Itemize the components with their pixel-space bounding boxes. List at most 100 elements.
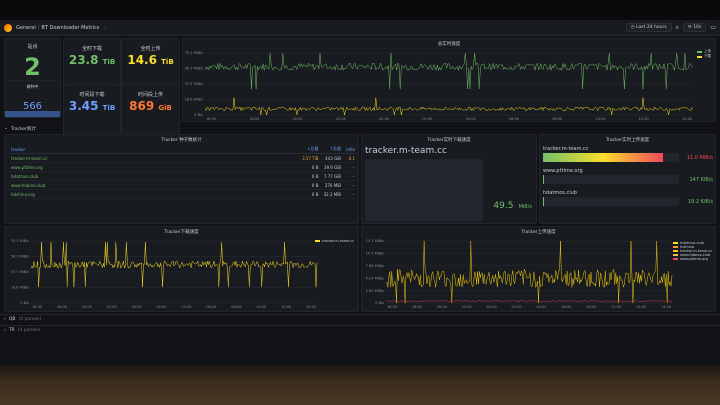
row-up: 32.3 MiB	[320, 189, 344, 199]
grafana-logo-icon[interactable]	[4, 23, 12, 32]
mteam-download-line	[30, 242, 318, 287]
tracker-upload-top-panel[interactable]: Tracker实时上传速度 tracker.m-team.cc 11.0 MiB/…	[539, 134, 716, 224]
tracker-table-panel[interactable]: Tracker 种子数统计 tracker ↓总量 ↑总量 ratio trac…	[4, 134, 359, 224]
stat-seeding-panel[interactable]: 做种中 566	[4, 80, 61, 118]
row-ratio: —	[343, 189, 357, 199]
row-ratio: 0.1	[343, 153, 357, 163]
x-tick-label: 06:00	[206, 305, 216, 309]
grafana-screen: General / BT Downloader Metrics ☆ ◷ Last…	[0, 20, 720, 365]
x-tick-label: 22:00	[462, 305, 472, 309]
x-tick-label: 12:00	[636, 305, 646, 309]
row-site: hdatmos.club	[9, 171, 299, 181]
x-tick-label: 20:00	[437, 305, 447, 309]
bar-gauge-fill	[543, 153, 663, 162]
y-tick-label: 10.5 MiB/s	[366, 252, 384, 256]
y-tick-label: 0 B/s	[194, 113, 203, 117]
x-tick-label: 16:00	[387, 305, 397, 309]
row-tr-meta: (4 panels)	[17, 327, 41, 333]
stat-period-download-label: 时间段下载	[79, 92, 105, 98]
stat-period-upload-label: 时间段上传	[137, 92, 163, 98]
refresh-interval: 10s	[693, 25, 702, 30]
bar-gauge-item[interactable]: www.pttime.org 147 KiB/s	[543, 168, 713, 184]
x-tick-label: 14:00	[661, 305, 671, 309]
x-tick-label: 00:00	[379, 117, 389, 121]
x-tick-label: 18:00	[249, 117, 259, 121]
column-header-ratio[interactable]: ratio	[343, 145, 357, 154]
bar-gauge-value: 11.0 MiB/s	[686, 154, 713, 161]
row-tr-title: TR	[8, 327, 15, 333]
x-tick-label: 14:00	[306, 305, 316, 309]
row-down: 3.57 TiB	[299, 153, 321, 163]
x-tick-label: 04:00	[536, 305, 546, 309]
row-down: 0 B	[299, 171, 321, 181]
bar-gauge-item[interactable]: hdatmos.club 19.2 KiB/s	[543, 190, 713, 206]
row-site: www.pttime.org	[9, 162, 299, 172]
x-tick-label: 06:00	[561, 305, 571, 309]
tracker-table-title: Tracker 种子数统计	[161, 138, 202, 143]
seeding-sparkline	[5, 111, 60, 117]
tracker-dl-chart-panel[interactable]: Tracker下载速度 75.3 MiB/s 56.3 MiB/s 37.7 MiB…	[4, 226, 359, 312]
tracker-ul-chart-panel[interactable]: Tracker上传速度 13.1 MiB/s 10.5 MiB/s 7.86 MiB…	[361, 226, 716, 312]
stat-period-upload-value: 869	[129, 99, 155, 113]
y-tick-label: 0 B/s	[375, 301, 384, 305]
zoom-out-icon[interactable]: ⌕	[676, 24, 679, 32]
y-tick-label: 37.7 MiB/s	[11, 270, 29, 274]
chevron-right-icon[interactable]: ›	[4, 328, 6, 333]
stat-total-download-unit: TiB	[102, 58, 116, 66]
stat-period-upload-unit: GiB	[158, 104, 172, 112]
x-tick-label: 10:00	[611, 305, 621, 309]
row-tr[interactable]: › TR (4 panels)	[0, 325, 720, 334]
breadcrumb-separator: /	[37, 24, 40, 31]
bar-gauge-row: 19.2 KiB/s	[543, 197, 713, 206]
x-tick-label: 20:00	[292, 117, 302, 121]
y-tick-label: 13.1 MiB/s	[366, 239, 384, 243]
monitor-bezel	[0, 0, 720, 20]
time-range-label: Last 24 hours	[636, 25, 667, 30]
legend-swatch	[673, 246, 679, 248]
table-header-row: tracker ↓总量 ↑总量 ratio	[9, 145, 357, 154]
table-row: tracker.m-team.cc 3.57 TiB 443 GiB 0.1	[9, 153, 357, 163]
desk-surface	[0, 365, 720, 405]
stat-total-download-label: 全时下载	[81, 46, 102, 52]
legend-swatch	[673, 258, 679, 260]
column-header-down[interactable]: ↓总量	[299, 145, 321, 154]
time-range-picker[interactable]: ◷ Last 24 hours	[625, 23, 672, 32]
refresh-picker[interactable]: ⟳ 10s	[683, 23, 707, 32]
row-site: www.hdarea.club	[9, 180, 299, 190]
stat-total-download-value: 23.8	[68, 53, 99, 67]
row-ratio: —	[343, 162, 357, 172]
y-tick-label: 75.1 MiB/s	[185, 51, 203, 55]
row-down: 0 B	[299, 162, 321, 172]
x-tick-label: 22:00	[336, 117, 346, 121]
column-header-tracker[interactable]: tracker	[9, 145, 299, 154]
tv-mode-icon[interactable]: ▭	[710, 24, 716, 31]
column-header-up[interactable]: ↑总量	[320, 145, 344, 154]
total-speed-panel[interactable]: 总实时速度 75.1 MiB/s 56.3 MiB/s 37.5 MiB/s 18.8…	[182, 38, 716, 122]
x-tick-label: 04:00	[181, 305, 191, 309]
breadcrumb-root[interactable]: General	[16, 25, 36, 31]
y-tick-label: 56.3 MiB/s	[11, 255, 29, 259]
tracker-row-header[interactable]: ⌄ Tracker统计	[0, 124, 720, 133]
row-qb[interactable]: › QB (4 panels)	[0, 314, 720, 323]
x-tick-label: 16:00	[32, 305, 42, 309]
bar-gauge-track	[543, 175, 679, 184]
chevron-down-icon[interactable]: ⌄	[4, 126, 8, 131]
bar-gauge-item[interactable]: tracker.m-team.cc 11.0 MiB/s	[543, 146, 713, 162]
legend-download[interactable]: 下载	[697, 54, 711, 59]
tracker-download-unit: MiB/s	[518, 204, 532, 210]
tracker-ul-chart: 13.1 MiB/s 10.5 MiB/s 7.86 MiB/s 5.24 MiB/s…	[366, 239, 673, 309]
row-up: 443 GiB	[320, 153, 344, 163]
dashboard-title[interactable]: BT Downloader Metrics	[41, 25, 99, 31]
bar-gauge-track	[543, 197, 679, 206]
chevron-right-icon[interactable]: ›	[4, 317, 6, 322]
tracker-download-site: tracker.m-team.cc	[365, 146, 447, 156]
star-icon[interactable]: ☆	[103, 25, 107, 31]
legend-swatch	[673, 254, 679, 256]
row-up: 7.77 GiB	[320, 171, 344, 181]
tracker-table: tracker ↓总量 ↑总量 ratio tracker.m-team.cc 3…	[9, 145, 357, 199]
legend-mteam[interactable]: tracker.m-team.cc	[315, 239, 354, 243]
x-tick-label: 18:00	[412, 305, 422, 309]
tracker-download-top-panel[interactable]: Tracker实时下载速度 tracker.m-team.cc 49.5 MiB…	[361, 134, 537, 224]
x-tick-label: 02:00	[156, 305, 166, 309]
legend-item[interactable]: www.pttime.org	[673, 257, 712, 261]
